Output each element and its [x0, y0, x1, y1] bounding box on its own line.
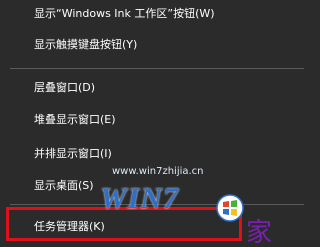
- watermark-home-char: 家: [246, 218, 273, 247]
- watermark-url: www.win7zhijia.cn: [112, 166, 204, 177]
- windows-logo-icon: [216, 194, 244, 222]
- menu-item-show-touch-keyboard-button[interactable]: 显示触摸键盘按钮(Y): [34, 35, 296, 55]
- taskbar-context-menu: 显示“Windows Ink 工作区”按钮(W) 显示触摸键盘按钮(Y) 层叠窗…: [0, 0, 304, 247]
- menu-item-show-windows-ink-button[interactable]: 显示“Windows Ink 工作区”按钮(W): [34, 4, 296, 24]
- menu-separator: [10, 68, 304, 69]
- menu-item-stack-windows[interactable]: 堆叠显示窗口(E): [34, 110, 296, 130]
- watermark-logo-text: WIN7: [100, 182, 180, 215]
- watermark: www.win7zhijia.cn WIN7 家: [100, 160, 304, 247]
- menu-item-cascade-windows[interactable]: 层叠窗口(D): [34, 78, 296, 98]
